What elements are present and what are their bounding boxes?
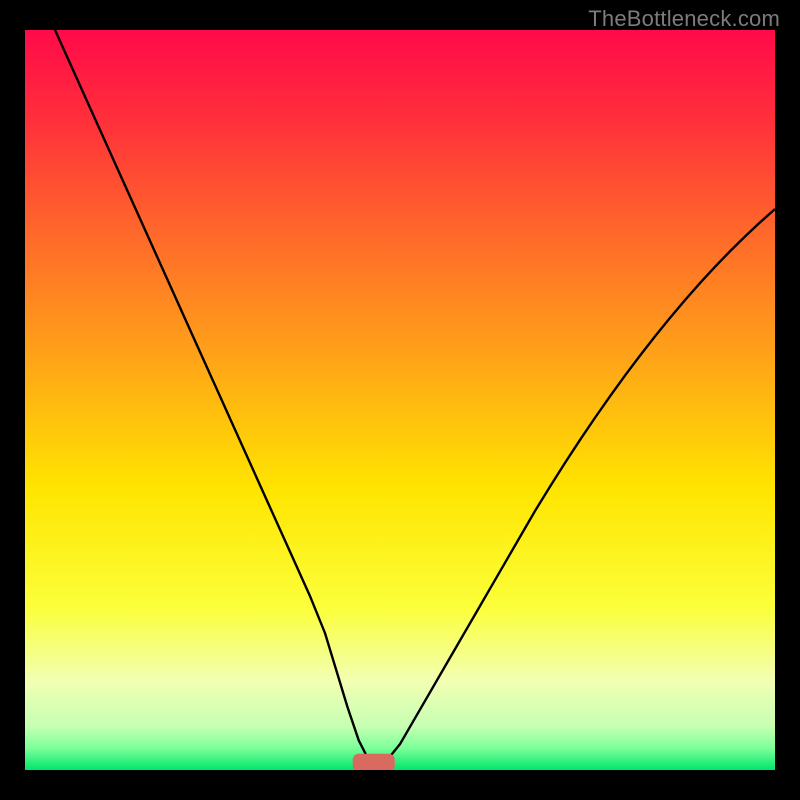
watermark-text: TheBottleneck.com <box>588 6 780 32</box>
plot-area <box>25 30 775 770</box>
optimal-point-marker <box>353 754 395 770</box>
chart-frame: TheBottleneck.com <box>0 0 800 800</box>
chart-svg <box>25 30 775 770</box>
gradient-background <box>25 30 775 770</box>
